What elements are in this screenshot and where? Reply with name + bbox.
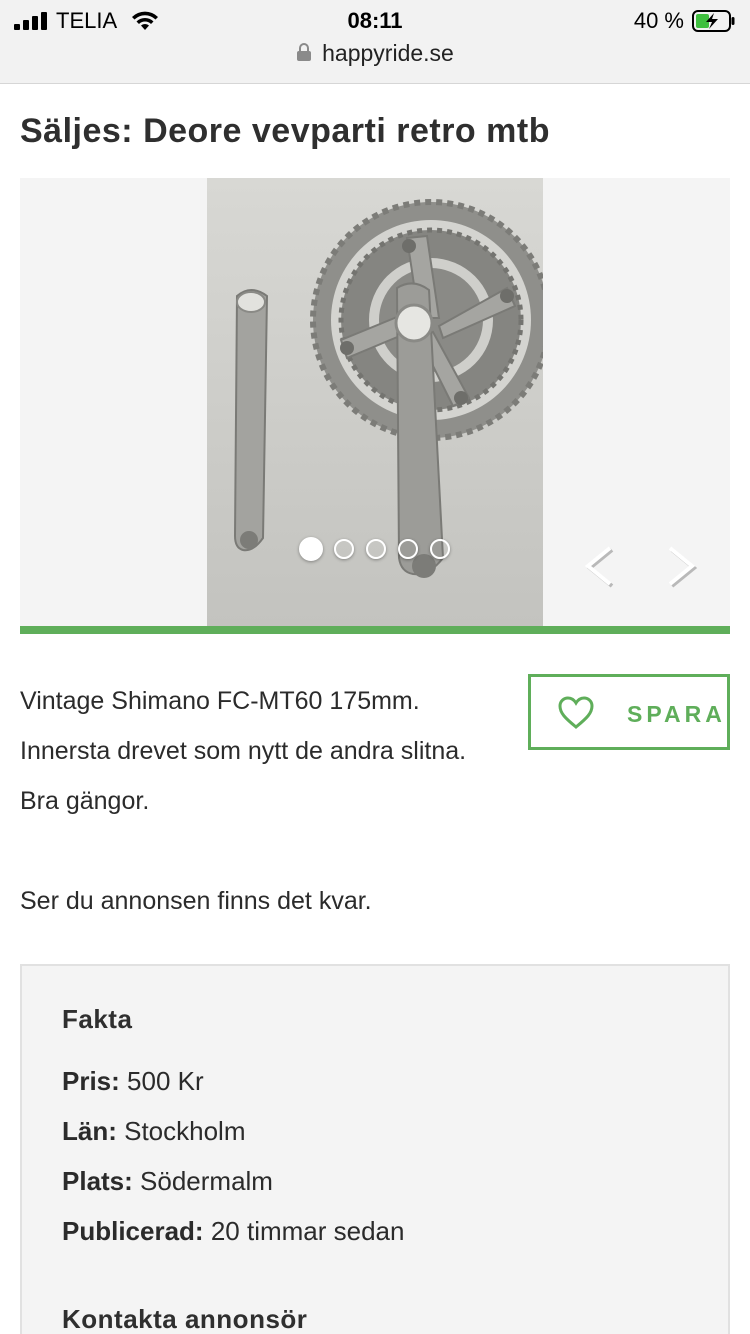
description-paragraph: Vintage Shimano FC-MT60 175mm. Innersta … <box>20 687 467 815</box>
heart-icon <box>558 696 594 729</box>
facts-heading: Fakta <box>62 1004 133 1034</box>
lock-icon <box>297 42 312 61</box>
status-bar: TELIA 08:11 40 % <box>0 0 750 40</box>
fact-label: Län: <box>62 1116 125 1146</box>
listing-description: Vintage Shimano FC-MT60 175mm. Innersta … <box>20 676 500 926</box>
save-label: SPARA <box>627 701 726 727</box>
facts-panel: Fakta Pris: 500 Kr Län: Stockholm Plats:… <box>20 964 730 1334</box>
gallery-dot[interactable] <box>398 539 418 559</box>
fact-label: Pris: <box>62 1066 128 1096</box>
gallery-dot[interactable] <box>366 539 386 559</box>
page-title: Säljes: Deore vevparti retro mtb <box>20 112 550 150</box>
fact-value: 500 Kr <box>127 1066 204 1096</box>
contact-heading: Kontakta annonsör <box>62 1304 308 1334</box>
address-bar[interactable]: happyride.se <box>0 40 750 70</box>
fact-location: Plats: Södermalm <box>62 1166 273 1197</box>
chevron-left-icon[interactable] <box>580 540 620 596</box>
description-paragraph: Ser du annonsen finns det kvar. <box>20 887 372 915</box>
image-gallery[interactable] <box>20 178 730 626</box>
fact-published: Publicerad: 20 timmar sedan <box>62 1216 404 1247</box>
battery-percentage: 40 % <box>633 8 684 33</box>
gallery-dot[interactable] <box>430 539 450 559</box>
fact-value: Södermalm <box>140 1166 273 1196</box>
fact-value: Stockholm <box>124 1116 246 1146</box>
gallery-dot[interactable] <box>299 537 323 561</box>
fact-county: Län: Stockholm <box>62 1116 246 1147</box>
fact-price: Pris: 500 Kr <box>62 1066 204 1097</box>
fact-value: 20 timmar sedan <box>210 1216 405 1246</box>
save-button[interactable]: SPARA <box>528 674 730 750</box>
fact-label: Plats: <box>62 1166 141 1196</box>
browser-top-bar: TELIA 08:11 40 % happyride.se <box>0 0 750 84</box>
fact-label: Publicerad: <box>62 1216 211 1246</box>
chevron-right-icon[interactable] <box>662 540 702 596</box>
gallery-dot[interactable] <box>334 539 354 559</box>
battery-charging-icon <box>692 10 735 32</box>
url-text: happyride.se <box>322 40 454 66</box>
gallery-accent-bar <box>20 626 730 634</box>
